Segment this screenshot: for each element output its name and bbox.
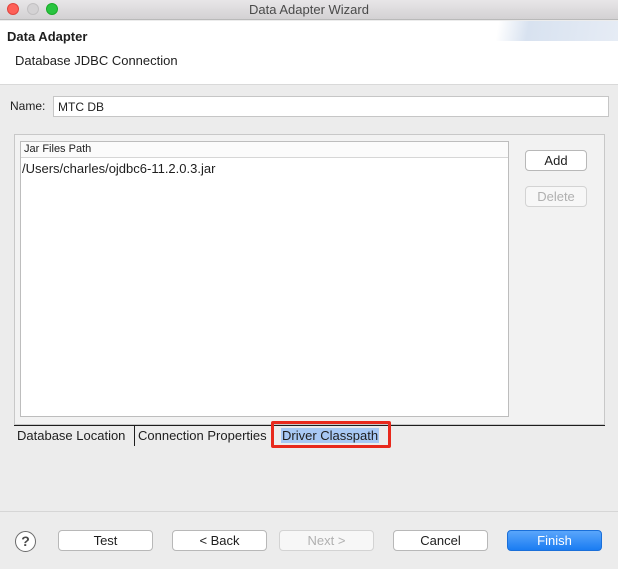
title-bar: Data Adapter Wizard: [0, 0, 618, 20]
help-icon[interactable]: ?: [15, 531, 36, 552]
jar-files-table[interactable]: Jar Files Path /Users/charles/ojdbc6-11.…: [20, 141, 509, 417]
tab-database-location[interactable]: Database Location: [17, 428, 125, 443]
delete-button[interactable]: Delete: [525, 186, 587, 207]
tab-connection-properties[interactable]: Connection Properties: [138, 428, 267, 443]
jar-files-column-header[interactable]: Jar Files Path: [21, 142, 508, 158]
add-button[interactable]: Add: [525, 150, 587, 171]
test-button[interactable]: Test: [58, 530, 153, 551]
page-title: Data Adapter: [7, 29, 88, 44]
tab-divider: [134, 426, 135, 446]
name-label: Name:: [10, 99, 46, 113]
cancel-button[interactable]: Cancel: [393, 530, 488, 551]
name-input[interactable]: [53, 96, 609, 117]
window-title: Data Adapter Wizard: [249, 2, 369, 17]
annotation-highlight-box: [271, 421, 391, 448]
finish-button[interactable]: Finish: [507, 530, 602, 551]
table-row[interactable]: /Users/charles/ojdbc6-11.2.0.3.jar: [21, 158, 508, 179]
next-button[interactable]: Next >: [279, 530, 374, 551]
wizard-header: Data Adapter Database JDBC Connection: [0, 21, 618, 85]
footer-divider: [0, 511, 618, 512]
page-subtitle: Database JDBC Connection: [15, 53, 178, 68]
back-button[interactable]: < Back: [172, 530, 267, 551]
banner-decoration: [468, 21, 618, 41]
